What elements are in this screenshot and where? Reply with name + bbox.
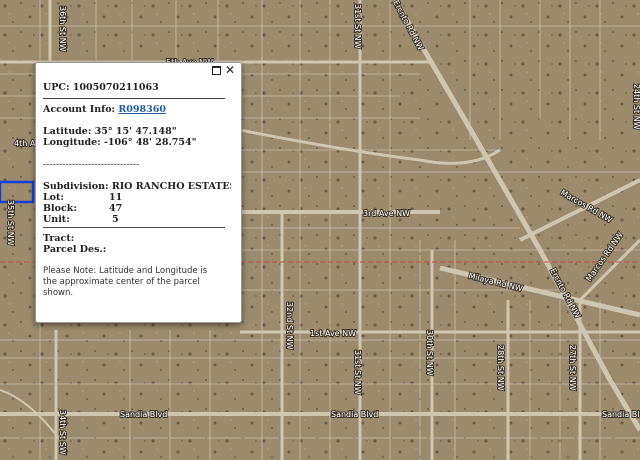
lot-row: Lot: 11 [43, 192, 231, 203]
street-label-27th-st-nw: 27th St NW [568, 345, 577, 391]
latitude-row: Latitude: 35° 15' 47.148" [43, 126, 231, 137]
latitude-label: Latitude: [43, 126, 92, 137]
upc-row: UPC: 1005070211063 [43, 82, 231, 93]
longitude-label: Longitude: [43, 137, 101, 148]
latitude-value: 35° 15' 47.148" [94, 126, 177, 137]
maximize-icon[interactable] [210, 64, 222, 76]
upc-value: 1005070211063 [72, 82, 159, 93]
street-label-30th-st-nw: 30th St NW [425, 330, 434, 376]
block-label: Block: [43, 203, 77, 214]
coordinate-note: Please Note: Latitude and Longitude is t… [43, 266, 208, 298]
street-label-31st-st-nw-top: 31st St NW [353, 4, 362, 49]
street-label-34th-st-sw: 34th St SW [58, 410, 67, 455]
account-label: Account Info: [43, 104, 116, 115]
street-label-24th-st-nw: 24th St NW [632, 84, 640, 130]
upc-label: UPC: [43, 82, 70, 93]
street-label-sandia-blvd-3: Sandia Blvd [602, 410, 640, 419]
close-icon[interactable]: ✕ [224, 64, 236, 76]
parcel-des-label: Parcel Des.: [43, 244, 107, 255]
popup-content: UPC: 1005070211063 Account Info: R098360… [43, 82, 231, 316]
block-row: Block: 47 [43, 203, 231, 214]
unit-row: Unit: 5 [43, 214, 231, 225]
longitude-value: -106° 48' 28.754" [103, 137, 197, 148]
street-label-31st-st-nw: 31st St NW [353, 350, 362, 395]
lot-value: 11 [109, 192, 123, 203]
street-label-28th-st-nw: 28th St NW [496, 345, 505, 391]
subdivision-label: Subdivision: [43, 181, 109, 192]
parcel-info-popup[interactable]: ✕ UPC: 1005070211063 Account Info: R0983… [35, 62, 242, 323]
block-value: 47 [109, 203, 123, 214]
subdivision-row: Subdivision: RIO RANCHO ESTATES [43, 181, 231, 192]
street-label-4th-ave: 4th A [14, 139, 36, 148]
account-row: Account Info: R098360 [43, 104, 231, 115]
street-label-3rd-ave-nw: 3rd Ave NW [363, 209, 410, 218]
account-link[interactable]: R098360 [118, 104, 166, 115]
divider-line-2 [43, 227, 225, 228]
street-label-sandia-blvd-2: Sandia Blvd [331, 410, 378, 419]
street-label-1st-ave-nw: 1st Ave NW [310, 329, 356, 338]
longitude-row: Longitude: -106° 48' 28.754" [43, 137, 231, 148]
unit-value: 5 [112, 214, 119, 225]
lot-label: Lot: [43, 192, 64, 203]
street-label-sandia-blvd-1: Sandia Blvd [120, 410, 167, 419]
street-label-36th-st-nw: 36th St NW [58, 6, 67, 52]
street-label-32nd-st-nw: 32nd St NW [285, 302, 294, 350]
street-label-35th-st-nw: 35th St NW [6, 200, 15, 246]
tract-label: Tract: [43, 233, 75, 244]
unit-label: Unit: [43, 214, 70, 225]
subdivision-value: RIO RANCHO ESTATES [111, 181, 231, 192]
divider-line [43, 98, 225, 99]
dashed-divider: ------------------------------ [43, 159, 140, 170]
popup-titlebar[interactable]: ✕ [36, 63, 241, 78]
